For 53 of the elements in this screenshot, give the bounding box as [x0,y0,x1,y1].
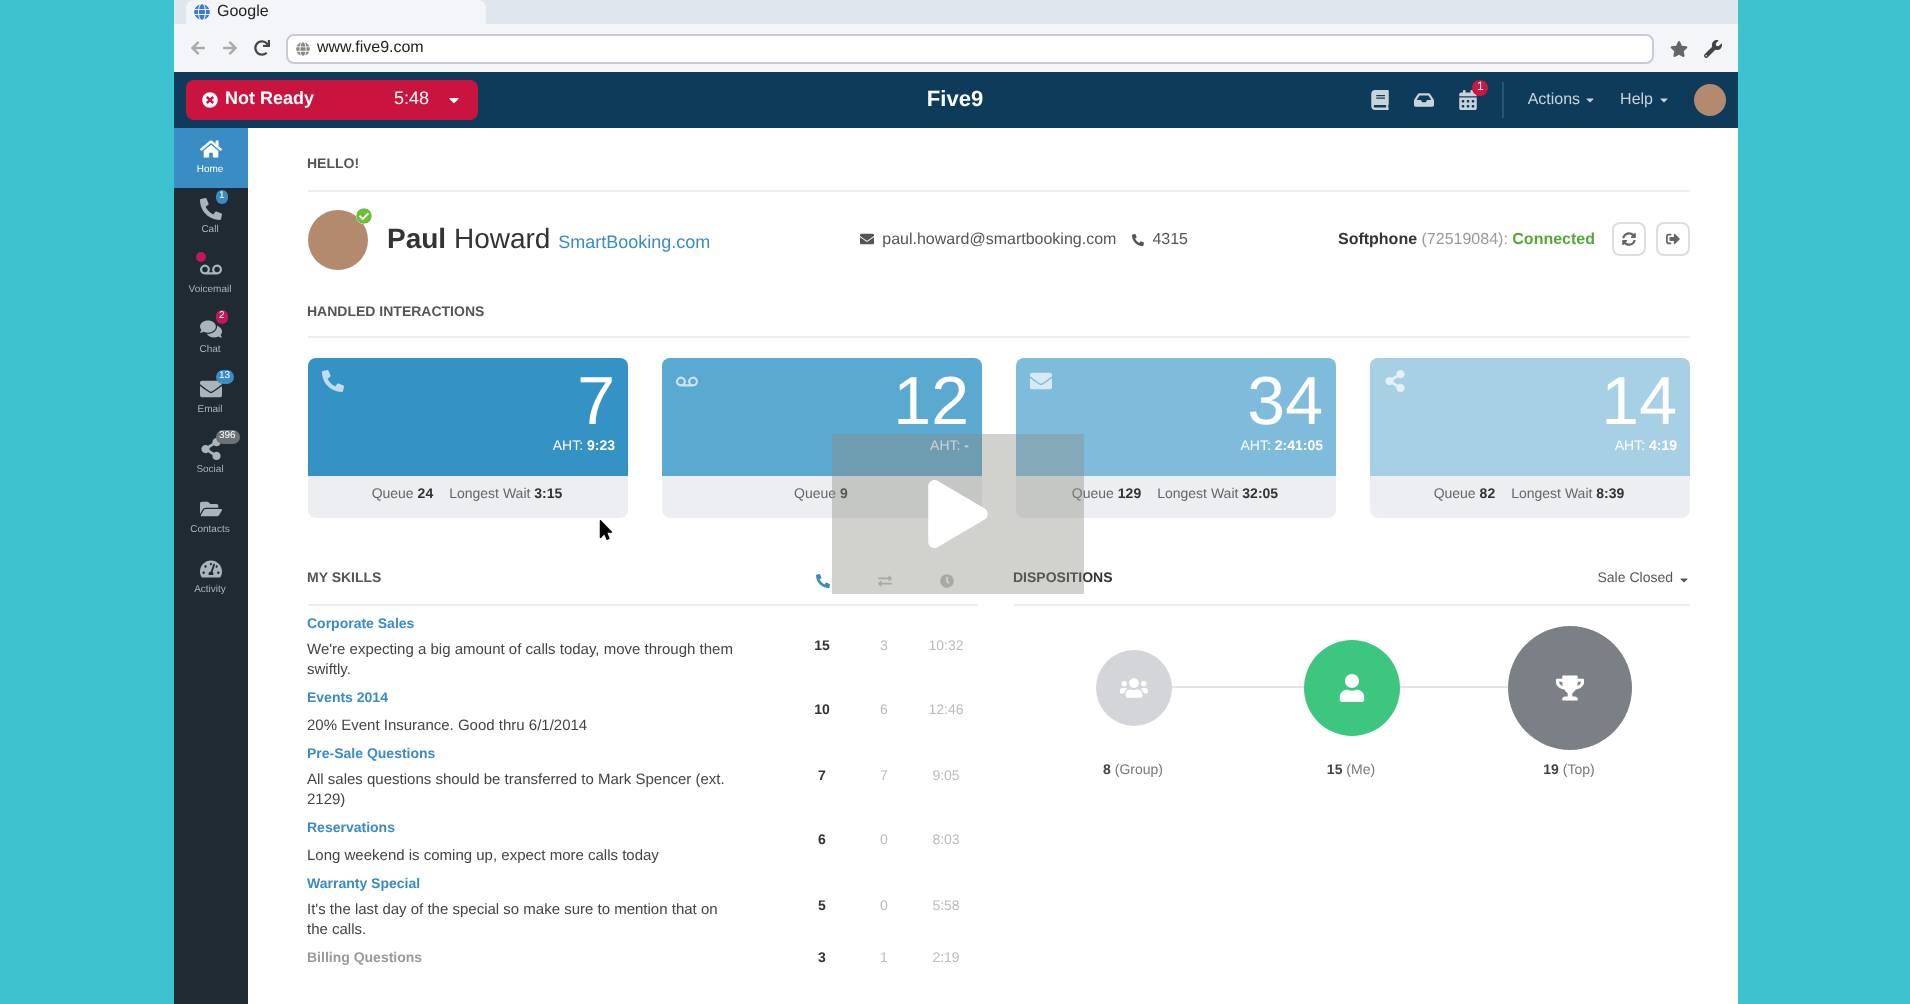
cursor-icon [597,520,613,540]
count: 7 [577,366,615,438]
menu-button[interactable]: Actions [1527,88,1597,112]
chat-icon [199,317,221,340]
logo: Five9 [926,85,984,116]
menu-button[interactable]: Help [1620,88,1669,112]
person-icon [1337,673,1365,701]
gauge-icon [199,557,221,580]
globe-icon [295,41,309,55]
caret-icon [1677,574,1689,587]
caret-icon [1657,94,1669,106]
envelope-icon [860,232,875,246]
address-field[interactable]: www.five9.com [285,33,1653,63]
phone-icon [815,573,829,588]
refresh-button[interactable] [1611,222,1645,256]
caret-icon [1584,94,1597,106]
envelope-icon [1029,370,1051,392]
email-text: paul.howard@smartbooking.com [882,227,1117,251]
logout-button[interactable] [1655,222,1689,256]
extension-text: 4315 [1152,227,1188,251]
calendar-icon[interactable] [1457,90,1478,110]
book-icon[interactable] [1369,90,1390,110]
reload-icon[interactable] [253,40,269,56]
people-icon [1119,673,1147,701]
play-icon [928,480,988,548]
status-button[interactable]: Not Ready 5:48 [185,80,477,120]
share-icon [1383,370,1405,392]
globe-icon [193,4,209,20]
avatar[interactable] [1693,84,1725,116]
browser-tab[interactable]: Google [185,0,485,24]
folder-icon [199,497,221,520]
avatar [307,209,367,269]
share-icon [199,437,221,460]
envelope-icon [199,377,221,400]
count: 14 [1601,366,1677,438]
refresh-icon [1621,232,1635,246]
phone-icon [199,197,221,220]
count: 12 [893,366,969,438]
bookmark-star-icon[interactable] [1669,39,1687,57]
softphone-status: Softphone (72519084): Connected [1337,227,1595,251]
close-icon [201,92,217,108]
logout-icon [1665,232,1679,246]
transfer-icon [877,573,891,588]
user-name: Paul Howard SmartBooking.com [387,220,711,258]
caret-icon [445,92,461,108]
inbox-icon[interactable] [1413,90,1434,110]
wrench-icon[interactable] [1703,39,1721,57]
clock-icon [939,573,953,588]
phone-icon [1132,233,1145,245]
home-icon [199,137,221,160]
phone-icon [321,370,343,392]
trophy-icon [1555,673,1583,701]
count: 34 [1247,366,1323,438]
